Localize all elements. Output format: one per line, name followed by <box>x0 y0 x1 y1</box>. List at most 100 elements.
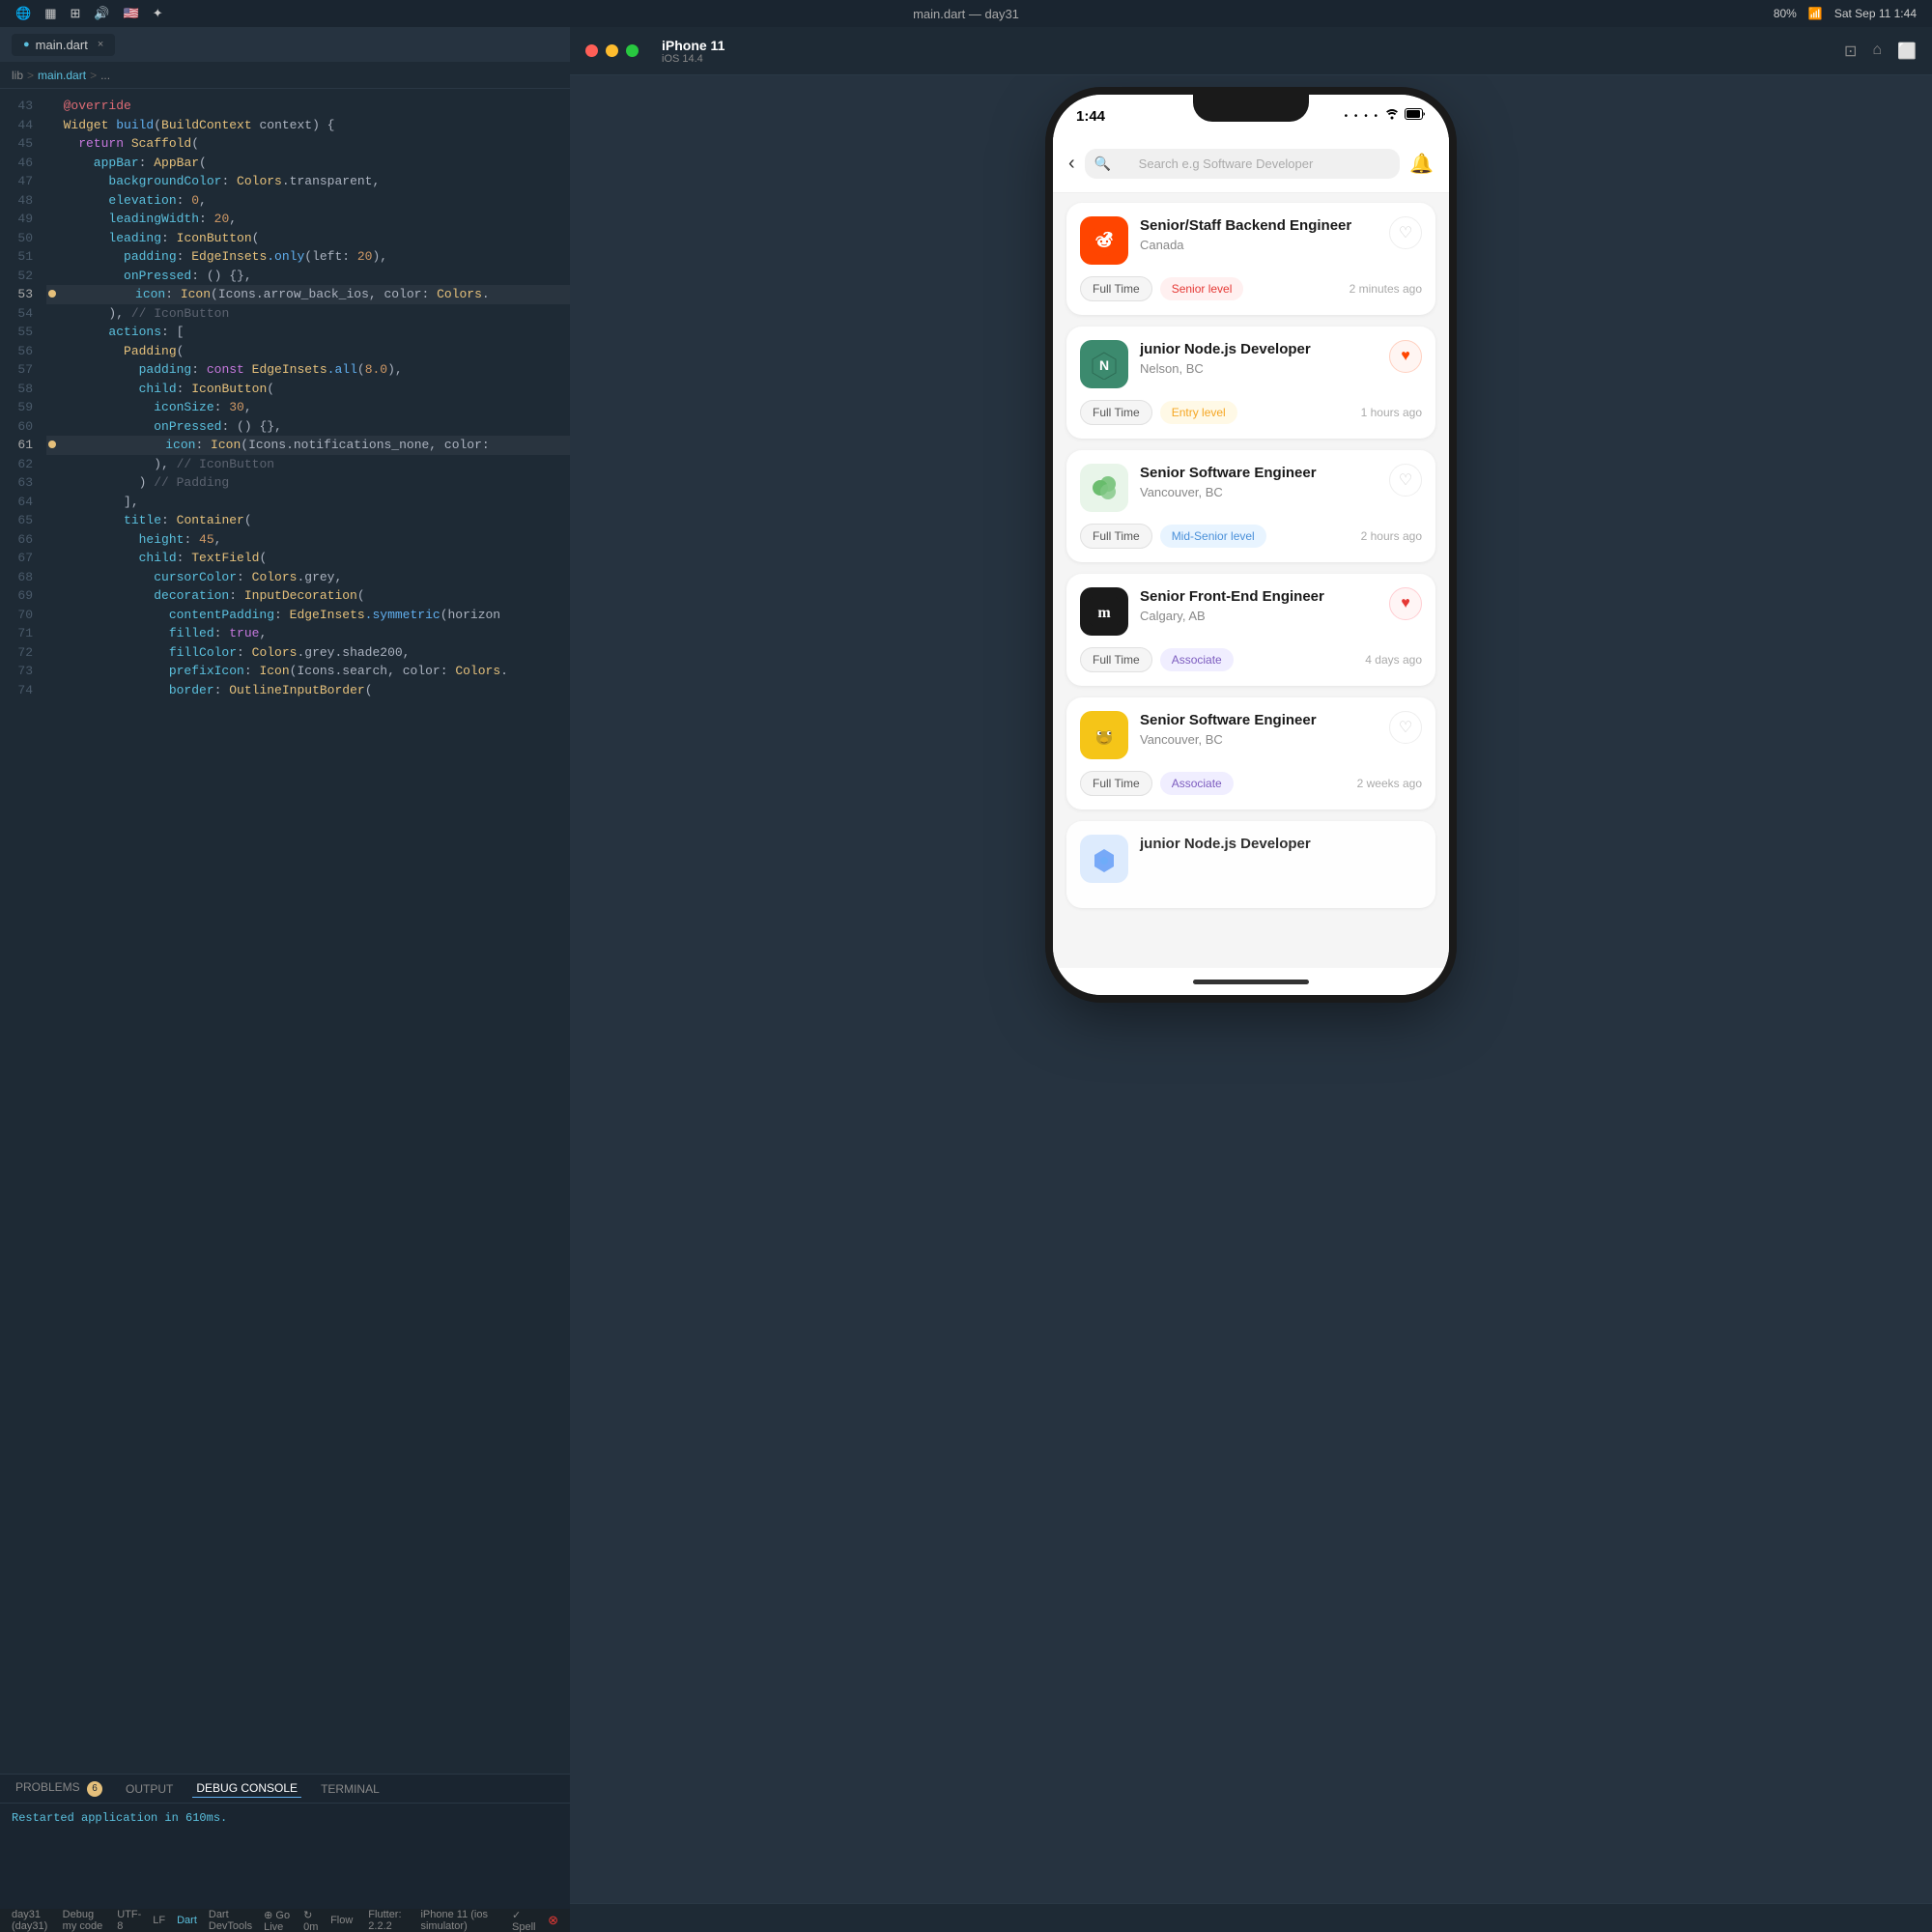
job-card-6[interactable]: junior Node.js Developer <box>1066 821 1435 908</box>
code-text[interactable]: @override Widget build(BuildContext cont… <box>43 89 570 1774</box>
breadcrumb-sep2: > <box>90 69 97 82</box>
job-info-4: Senior Front-End Engineer Calgary, AB <box>1140 587 1378 623</box>
debug-action[interactable]: Debug my code <box>63 1909 106 1932</box>
menu-icon: ▦ <box>44 6 56 21</box>
breadcrumb: lib > main.dart > ... <box>0 62 570 89</box>
search-bar[interactable]: 🔍 Search e.g Software Developer <box>1085 149 1400 179</box>
flutter-version: Flutter: 2.2.2 <box>368 1909 409 1932</box>
job-card-1[interactable]: Senior/Staff Backend Engineer Canada ♡ F… <box>1066 203 1435 315</box>
status-bar-right: Flutter: 2.2.2 iPhone 11 (ios simulator)… <box>368 1909 558 1932</box>
job-card-footer-5: Full Time Associate 2 weeks ago <box>1080 771 1422 796</box>
home-bar <box>1193 980 1309 984</box>
job-card-footer-1: Full Time Senior level 2 minutes ago <box>1080 276 1422 301</box>
home-icon[interactable]: ⌂ <box>1872 42 1882 61</box>
job-company-3: Vancouver, BC <box>1140 485 1378 499</box>
code-line: onPressed: () {}, <box>46 417 570 437</box>
job-card-4[interactable]: m Senior Front-End Engineer Calgary, AB … <box>1066 574 1435 686</box>
tab-main-dart[interactable]: ● main.dart × <box>12 34 115 56</box>
tab-problems[interactable]: PROBLEMS 6 <box>12 1778 106 1799</box>
go-live[interactable]: ⊕ Go Live <box>264 1909 292 1932</box>
company-logo-reddit <box>1080 216 1128 265</box>
sim-bottom-bar <box>570 1903 1932 1932</box>
clock: Sat Sep 11 1:44 <box>1834 7 1917 20</box>
badge-fulltime-4: Full Time <box>1080 647 1152 672</box>
code-editor[interactable]: 43 44 45 46 47 48 49 50 51 52 53 54 55 5… <box>0 89 570 1774</box>
code-line: return Scaffold( <box>46 134 570 154</box>
wifi-icon: 📶 <box>1808 7 1823 20</box>
device-name[interactable]: iPhone 11 (ios simulator) <box>420 1909 500 1932</box>
breadcrumb-sep1: > <box>27 69 34 82</box>
code-line: cursorColor: Colors.grey, <box>46 568 570 587</box>
spell-check[interactable]: ✓ Spell <box>512 1909 536 1932</box>
code-line: child: IconButton( <box>46 380 570 399</box>
signal-dots-icon: • • • • <box>1345 111 1379 122</box>
code-line: @override <box>46 97 570 116</box>
like-button-1[interactable]: ♡ <box>1389 216 1422 249</box>
job-card-3[interactable]: Senior Software Engineer Vancouver, BC ♡… <box>1066 450 1435 562</box>
job-company-5: Vancouver, BC <box>1140 732 1378 747</box>
phone-wrap: 1:44 • • • • <box>570 75 1932 1903</box>
code-line: appBar: AppBar( <box>46 154 570 173</box>
code-line-active: icon: Icon(Icons.arrow_back_ios, color: … <box>46 285 570 304</box>
tab-dot: ● <box>23 39 30 50</box>
badge-fulltime-1: Full Time <box>1080 276 1152 301</box>
code-line: child: TextField( <box>46 549 570 568</box>
simulator-pane: iPhone 11 iOS 14.4 ⊡ ⌂ ⬜ 1:44 • • • • <box>570 27 1932 1932</box>
minimize-window-button[interactable] <box>606 44 618 57</box>
flow-label[interactable]: Flow <box>330 1915 353 1926</box>
tab-terminal[interactable]: TERMINAL <box>317 1780 384 1798</box>
menu-bar: 🌐 ▦ ⊞ 🔊 🇺🇸 ✦ main.dart — day31 80% 📶 Sat… <box>0 0 1932 27</box>
job-title-1: Senior/Staff Backend Engineer <box>1140 216 1378 236</box>
job-card-header: Senior/Staff Backend Engineer Canada ♡ <box>1080 216 1422 265</box>
code-line: ) // Padding <box>46 473 570 493</box>
svg-text:m: m <box>1097 605 1111 621</box>
badge-level-1: Senior level <box>1160 277 1244 300</box>
tab-output[interactable]: OUTPUT <box>122 1780 177 1798</box>
error-icon: ⊗ <box>548 1913 558 1928</box>
like-button-4[interactable]: ♥ <box>1389 587 1422 620</box>
job-company-4: Calgary, AB <box>1140 609 1378 623</box>
code-line: leadingWidth: 20, <box>46 210 570 229</box>
bluetooth-icon: ✦ <box>153 6 163 21</box>
back-button[interactable]: ‹ <box>1068 153 1075 175</box>
project-name[interactable]: day31 (day31) <box>12 1909 51 1932</box>
code-line-active: icon: Icon(Icons.notifications_none, col… <box>46 436 570 455</box>
timer: ↻ 0m <box>303 1909 319 1932</box>
notification-bell-icon[interactable]: 🔔 <box>1409 152 1434 176</box>
job-card-header-6: junior Node.js Developer <box>1080 835 1422 883</box>
tab-debug-console[interactable]: DEBUG CONSOLE <box>192 1779 301 1798</box>
code-line: contentPadding: EdgeInsets.symmetric(hor… <box>46 606 570 625</box>
job-card-2[interactable]: N junior Node.js Developer Nelson, BC ♥ <box>1066 327 1435 439</box>
language-dart: Dart <box>177 1915 197 1926</box>
fullscreen-icon[interactable]: ⬜ <box>1897 42 1917 61</box>
job-title-5: Senior Software Engineer <box>1140 711 1378 730</box>
close-window-button[interactable] <box>585 44 598 57</box>
volume-icon: 🔊 <box>94 6 109 21</box>
menu-bar-right: 80% 📶 Sat Sep 11 1:44 <box>1774 7 1917 20</box>
like-button-2[interactable]: ♥ <box>1389 340 1422 373</box>
job-card-header-3: Senior Software Engineer Vancouver, BC ♡ <box>1080 464 1422 512</box>
like-button-3[interactable]: ♡ <box>1389 464 1422 497</box>
badge-fulltime-3: Full Time <box>1080 524 1152 549</box>
sim-title: iPhone 11 <box>662 38 724 53</box>
maximize-window-button[interactable] <box>626 44 639 57</box>
code-line: ), // IconButton <box>46 304 570 324</box>
panel-tabs: PROBLEMS 6 OUTPUT DEBUG CONSOLE TERMINAL <box>0 1775 570 1804</box>
flag-icon: 🇺🇸 <box>124 6 139 21</box>
debug-message: Restarted application in 610ms. <box>12 1811 227 1825</box>
job-card-5[interactable]: Senior Software Engineer Vancouver, BC ♡… <box>1066 697 1435 810</box>
tab-close-button[interactable]: × <box>98 39 103 50</box>
code-line: actions: [ <box>46 323 570 342</box>
company-logo-green <box>1080 464 1128 512</box>
badge-fulltime-5: Full Time <box>1080 771 1152 796</box>
phone-notch <box>1193 95 1309 122</box>
time-ago-1: 2 minutes ago <box>1350 282 1422 296</box>
sim-title-area: iPhone 11 iOS 14.4 <box>662 38 724 65</box>
screenshot-icon[interactable]: ⊡ <box>1844 42 1857 61</box>
badge-fulltime-2: Full Time <box>1080 400 1152 425</box>
breadcrumb-file: main.dart <box>38 69 86 82</box>
job-title-3: Senior Software Engineer <box>1140 464 1378 483</box>
code-line: height: 45, <box>46 530 570 550</box>
like-button-5[interactable]: ♡ <box>1389 711 1422 744</box>
dart-devtools[interactable]: Dart DevTools <box>209 1909 252 1932</box>
